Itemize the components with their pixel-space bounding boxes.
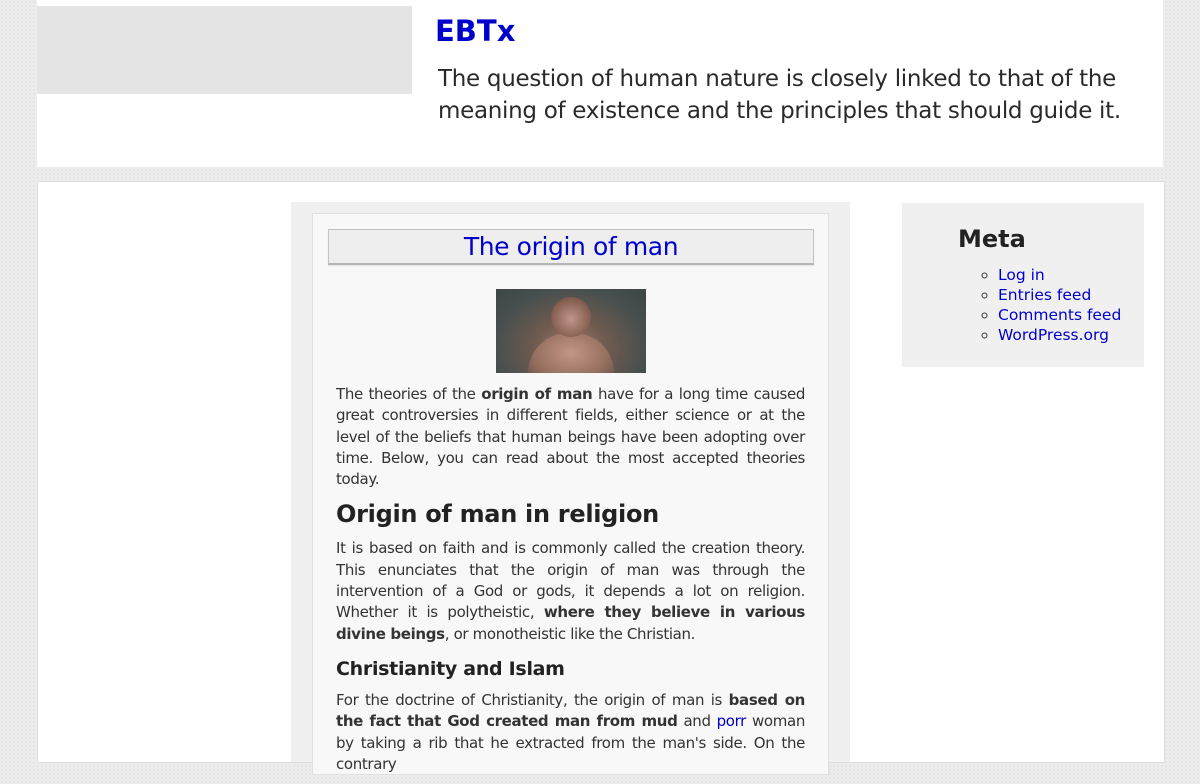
entry-content: The theories of the origin of man have f… [336, 384, 805, 784]
meta-link-item: Entries feed [998, 285, 1121, 305]
intro-text-1: The theories of the [336, 385, 482, 403]
intro-paragraph: The theories of the origin of man have f… [336, 384, 805, 490]
site-tagline: The question of human nature is closely … [438, 66, 1121, 124]
featured-image[interactable] [496, 289, 646, 373]
comments-feed-link[interactable]: Comments feed [998, 306, 1121, 324]
featured-image-figure-head [551, 297, 591, 337]
christianity-text-2: and [677, 712, 717, 731]
religion-paragraph: It is based on faith and is commonly cal… [336, 538, 805, 644]
meta-link-item: WordPress.org [998, 325, 1121, 345]
site-title-link[interactable]: EBTx [435, 14, 515, 48]
meta-links-list: Log in Entries feed Comments feed WordPr… [958, 265, 1121, 345]
entry-title-box: The origin of man [328, 229, 814, 265]
christianity-text-1: For the doctrine of Christianity, the or… [336, 690, 729, 709]
header-image-placeholder [37, 6, 412, 94]
section-heading-religion: Origin of man in religion [336, 500, 659, 529]
content-area: The origin of man The theories of the or… [37, 181, 1165, 775]
featured-image-figure-body [528, 333, 614, 373]
section-heading-christianity: Christianity and Islam [336, 657, 565, 680]
meta-link-item: Log in [998, 265, 1121, 285]
meta-link-item: Comments feed [998, 305, 1121, 325]
christianity-paragraph: For the doctrine of Christianity, the or… [336, 690, 805, 775]
religion-text-2: , or monotheistic like the Christian. [444, 624, 696, 643]
entries-feed-link[interactable]: Entries feed [998, 286, 1091, 304]
log-in-link[interactable]: Log in [998, 266, 1045, 284]
inline-link[interactable]: porr [717, 712, 747, 730]
wordpress-org-link[interactable]: WordPress.org [998, 326, 1109, 344]
article: The origin of man The theories of the or… [312, 213, 829, 775]
site-header: EBTx The question of human nature is clo… [37, 0, 1163, 167]
intro-bold-1: origin of man [481, 385, 593, 403]
main-column: The origin of man The theories of the or… [291, 202, 850, 775]
meta-widget: Meta Log in Entries feed Comments feed W… [902, 203, 1144, 367]
entry-title-link[interactable]: The origin of man [464, 232, 679, 261]
meta-widget-title: Meta [958, 225, 1026, 253]
